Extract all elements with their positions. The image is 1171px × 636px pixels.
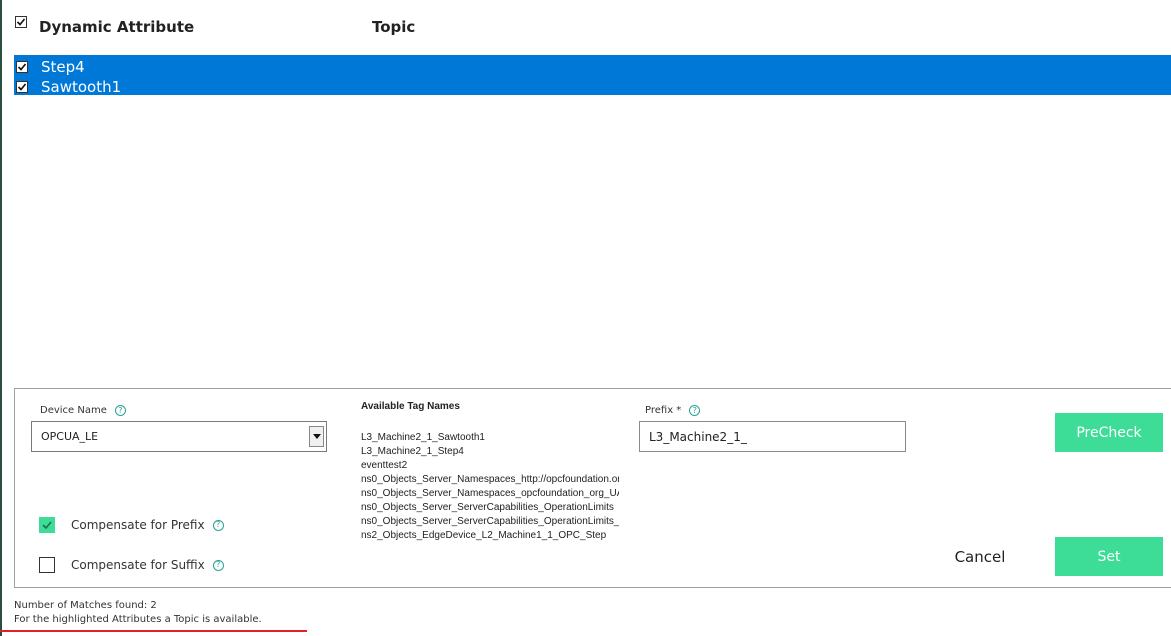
checkmark-icon bbox=[17, 83, 27, 91]
compensate-prefix-option[interactable]: Compensate for Prefix ? bbox=[39, 517, 224, 533]
attribute-checkbox[interactable] bbox=[16, 61, 28, 73]
attribute-row[interactable]: Step4 bbox=[16, 57, 85, 77]
prefix-input[interactable]: L3_Machine2_1_ bbox=[639, 421, 906, 452]
prefix-label: Prefix *? bbox=[645, 405, 701, 416]
compensate-suffix-label: Compensate for Suffix bbox=[71, 558, 205, 572]
attribute-name: Step4 bbox=[41, 58, 85, 76]
checkmark-icon bbox=[42, 521, 52, 530]
tag-item[interactable]: ns0_Objects_Server_Namespaces_opcfoundat… bbox=[361, 487, 619, 501]
compensate-suffix-option[interactable]: Compensate for Suffix ? bbox=[39, 557, 224, 573]
checkmark-icon bbox=[17, 63, 27, 71]
column-header-topic[interactable]: Topic bbox=[372, 18, 415, 36]
checkmark-icon bbox=[16, 18, 26, 26]
attribute-row[interactable]: Sawtooth1 bbox=[16, 77, 121, 97]
tag-item[interactable]: ns0_Objects_Server_ServerCapabilities_Op… bbox=[361, 515, 619, 529]
compensate-prefix-checkbox[interactable] bbox=[39, 517, 55, 533]
attribute-name: Sawtooth1 bbox=[41, 78, 122, 96]
question-circle-icon[interactable]: ? bbox=[689, 405, 701, 416]
tag-item[interactable]: L3_Machine2_1_Sawtooth1 bbox=[361, 431, 619, 445]
tag-item[interactable]: L3_Machine2_1_Step4 bbox=[361, 445, 619, 459]
prefix-value: L3_Machine2_1_ bbox=[649, 430, 747, 444]
tag-item[interactable]: ns2_Objects_EdgeDevice_L2_Machine1_1_OPC… bbox=[361, 529, 619, 543]
match-count-text: Number of Matches found: 2 bbox=[14, 600, 157, 611]
selection-highlight bbox=[14, 55, 1171, 95]
device-name-value: OPCUA_LE bbox=[41, 430, 99, 443]
red-underline-annotation bbox=[0, 630, 307, 632]
window-left-border bbox=[0, 0, 2, 636]
available-tag-names-list[interactable]: L3_Machine2_1_Sawtooth1 L3_Machine2_1_St… bbox=[361, 431, 619, 543]
tag-item[interactable]: ns0_Objects_Server_ServerCapabilities_Op… bbox=[361, 501, 619, 515]
question-circle-icon[interactable]: ? bbox=[212, 519, 224, 531]
compensate-suffix-checkbox[interactable] bbox=[39, 557, 55, 573]
tag-item[interactable]: eventtest2 bbox=[361, 459, 619, 473]
select-all-checkbox[interactable] bbox=[15, 16, 27, 28]
chevron-down-icon[interactable] bbox=[309, 426, 324, 447]
precheck-button[interactable]: PreCheck bbox=[1055, 413, 1163, 452]
set-button[interactable]: Set bbox=[1055, 537, 1163, 576]
question-circle-icon[interactable]: ? bbox=[114, 405, 126, 416]
available-tag-names-title: Available Tag Names bbox=[361, 401, 460, 412]
tag-item[interactable]: ns0_Objects_Server_Namespaces_http://opc… bbox=[361, 473, 619, 487]
highlight-note-text: For the highlighted Attributes a Topic i… bbox=[14, 614, 262, 625]
cancel-button[interactable]: Cancel bbox=[940, 545, 1020, 569]
device-name-dropdown[interactable]: OPCUA_LE bbox=[31, 421, 327, 452]
question-circle-icon[interactable]: ? bbox=[212, 559, 224, 571]
column-header-dynamic-attribute[interactable]: Dynamic Attribute bbox=[39, 18, 194, 36]
device-name-label: Device Name? bbox=[40, 405, 126, 416]
attribute-checkbox[interactable] bbox=[16, 81, 28, 93]
compensate-prefix-label: Compensate for Prefix bbox=[71, 518, 205, 532]
